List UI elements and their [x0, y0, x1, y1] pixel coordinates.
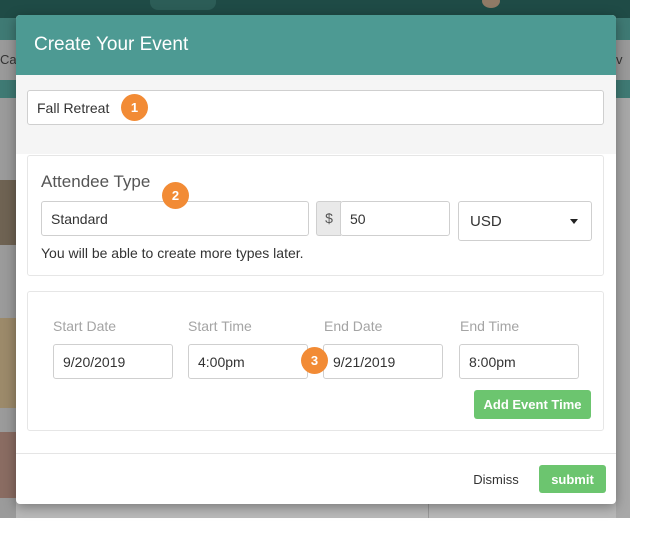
chevron-down-icon — [570, 219, 578, 224]
currency-select[interactable]: USD — [458, 201, 592, 241]
attendee-type-panel: Attendee Type $ USD You will be able to … — [27, 155, 604, 276]
start-date-label: Start Date — [53, 318, 117, 334]
attendee-help-text: You will be able to create more types la… — [41, 245, 304, 261]
currency-symbol-addon: $ — [316, 201, 341, 236]
background-nav-pill — [150, 0, 216, 10]
end-time-input[interactable] — [459, 344, 579, 379]
currency-selected-value: USD — [470, 213, 502, 230]
background-photo — [0, 180, 16, 245]
start-time-label: Start Time — [188, 318, 252, 334]
background-photo — [0, 318, 16, 408]
background-left-tab: Ca — [0, 40, 16, 80]
step-badge-1: 1 — [121, 94, 148, 121]
modal-footer: Dismiss submit — [16, 453, 616, 504]
event-name-input[interactable] — [27, 90, 604, 125]
end-date-input[interactable] — [323, 344, 443, 379]
start-date-input[interactable] — [53, 344, 173, 379]
event-name-section — [16, 75, 616, 154]
dismiss-button[interactable]: Dismiss — [462, 465, 530, 493]
submit-button[interactable]: submit — [539, 465, 606, 493]
modal-title: Create Your Event — [34, 34, 189, 55]
background-right-column — [616, 98, 630, 518]
end-time-label: End Time — [460, 318, 520, 334]
price-input[interactable] — [340, 201, 450, 236]
attendee-type-heading: Attendee Type — [41, 172, 151, 191]
modal-header: Create Your Event — [16, 15, 616, 75]
background-right-tab: v E — [616, 40, 630, 80]
create-event-modal: Create Your Event Attendee Type $ USD Yo… — [16, 15, 616, 504]
start-time-input[interactable] — [188, 344, 308, 379]
end-date-label: End Date — [324, 318, 383, 334]
background-photo — [0, 432, 16, 498]
step-badge-2: 2 — [162, 182, 189, 209]
add-event-time-button[interactable]: Add Event Time — [474, 390, 591, 419]
step-badge-3: 3 — [301, 347, 328, 374]
